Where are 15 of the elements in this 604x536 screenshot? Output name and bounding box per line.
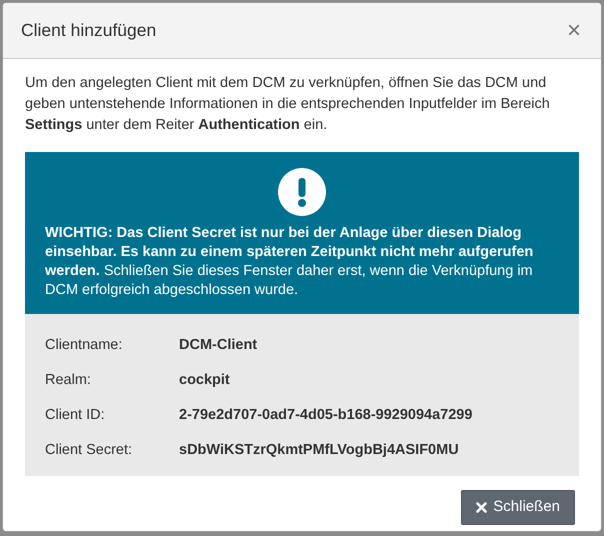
close-button[interactable]: × xyxy=(564,18,583,42)
detail-value: cockpit xyxy=(179,370,230,390)
detail-value: DCM-Client xyxy=(179,336,258,355)
detail-label: Realm: xyxy=(45,370,92,390)
warning-text: WICHTIG: Das Client Secret ist nur bei der Anlage über diesen Dialog einsehbar. Es kann zu einem späteren Zeitpunkt nicht mehr aufgerufen werden. Schließen Sie dieses Fenster daher erst, wenn die Verknüpfung im DCM erfolgreich abgeschlossen wurde. xyxy=(45,224,534,300)
exclamation-icon xyxy=(278,168,326,216)
close-icon xyxy=(476,502,488,513)
intro-paragraph: Um den angelegten Client mit dem DCM zu verknüpfen, öffnen Sie das DCM und geben untenstehende Informationen in die entsprechenden Inputfelder im Bereich Settings unter dem Reiter Authentication ein. xyxy=(24,74,551,135)
detail-label: Clientname: xyxy=(45,336,124,355)
dialog-title: Client hinzufügen xyxy=(21,19,156,42)
detail-value: sDbWiKSTzrQkmtPMfLVogbBj4ASIF0MU xyxy=(179,440,459,460)
detail-label: Client ID: xyxy=(45,406,106,425)
close-dialog-button[interactable]: Schließen xyxy=(461,490,575,524)
detail-value: 2-79e2d707-0ad7-4d05-b168-9929094a7299 xyxy=(179,406,472,425)
detail-label: Client Secret: xyxy=(45,440,134,460)
